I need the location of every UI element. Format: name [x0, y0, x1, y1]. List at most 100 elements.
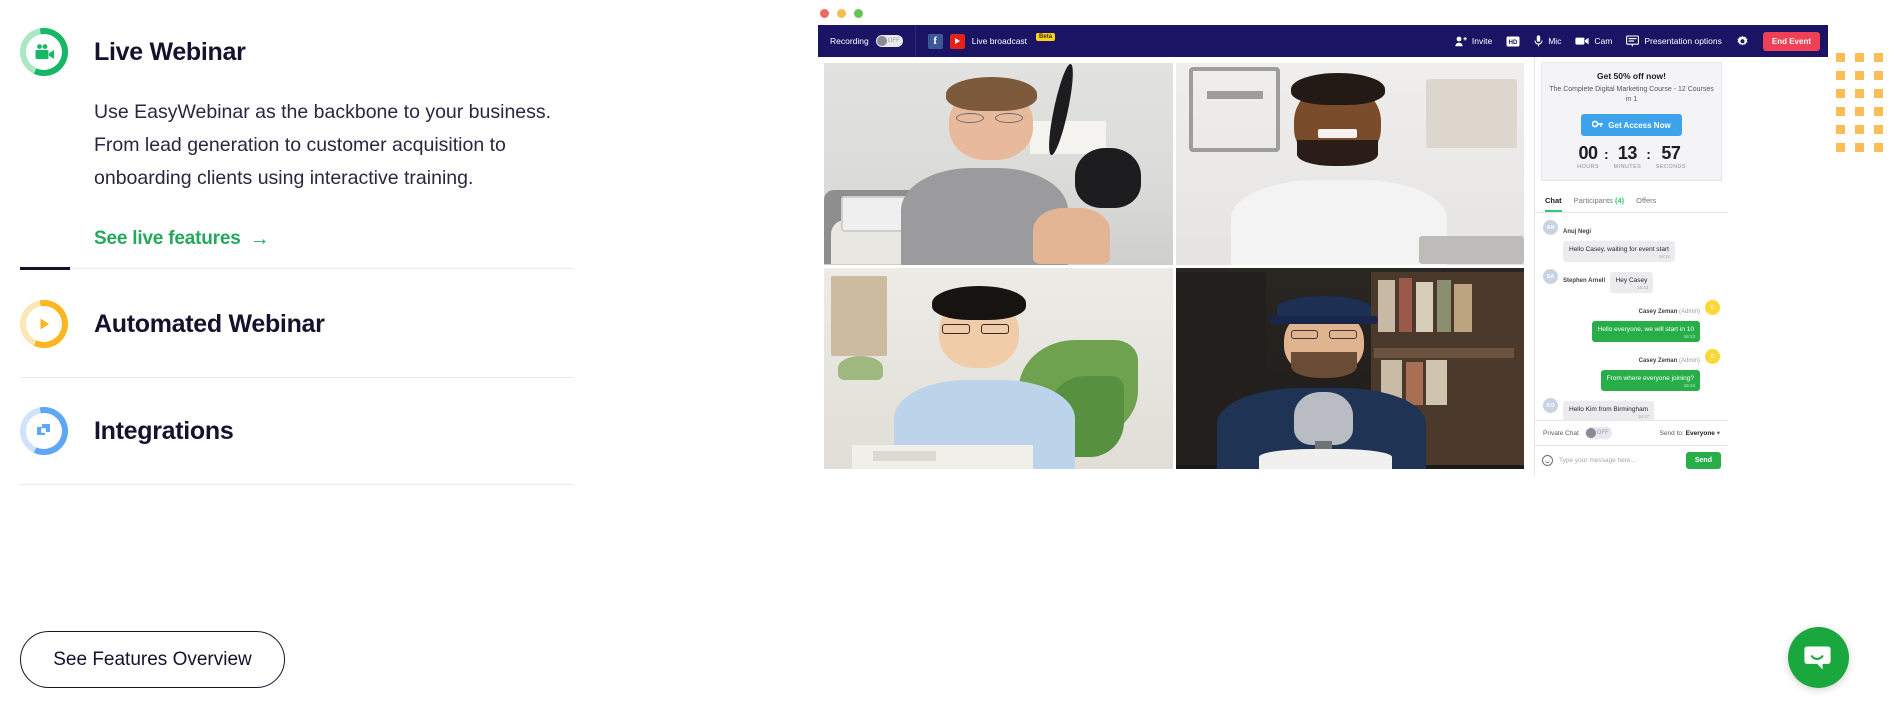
offer-card: Get 50% off now! The Complete Digital Ma…: [1541, 62, 1722, 181]
youtube-icon[interactable]: [949, 33, 965, 49]
dot: [1855, 71, 1864, 80]
beta-badge: Beta: [1036, 33, 1056, 41]
icon-glyph: [20, 28, 68, 76]
chevron-down-icon: ▾: [1716, 430, 1720, 437]
get-access-now-button[interactable]: Get Access Now: [1581, 114, 1682, 136]
hd-badge-icon[interactable]: HD: [1506, 36, 1520, 47]
add-person-icon: [1455, 36, 1467, 46]
toolbar-left-group: Recording OFF f Live broadcast Beta: [818, 25, 1067, 57]
recording-toggle[interactable]: OFF: [875, 35, 903, 47]
chat-message-input[interactable]: Type your message here...: [1559, 457, 1680, 464]
recording-control[interactable]: Recording OFF: [818, 25, 916, 57]
icon-glyph: [20, 300, 68, 348]
mic-button[interactable]: Mic: [1534, 35, 1561, 47]
dot: [1855, 143, 1864, 152]
message-wrap: Casey Zeman (Admin) Hello everyone, we w…: [1565, 300, 1700, 342]
tab-participants[interactable]: Participants (4): [1574, 196, 1624, 212]
accordion-item-live-webinar[interactable]: Live Webinar Use EasyWebinar as the back…: [10, 18, 594, 250]
countdown-minutes-value: 13: [1617, 143, 1638, 163]
recording-label: Recording: [830, 36, 869, 46]
countdown-minutes: 13 MINUTES: [1614, 143, 1642, 171]
settings-button[interactable]: [1736, 35, 1749, 48]
tab-chat[interactable]: Chat: [1545, 196, 1562, 212]
message-text: Hello everyone, we will start in 10: [1597, 326, 1694, 333]
dot: [1836, 53, 1845, 62]
chat-message-list[interactable]: AN Anuj Negi Hello Casey, waiting for ev…: [1535, 213, 1728, 420]
arrow-right-icon: →: [249, 228, 270, 250]
accordion-divider: [20, 377, 574, 378]
end-event-button[interactable]: End Event: [1762, 31, 1820, 51]
message-time: 16:12: [1658, 254, 1670, 259]
private-chat-toggle[interactable]: OFF: [1584, 427, 1612, 439]
author-role: (Admin): [1678, 309, 1700, 315]
link-label: See live features: [94, 228, 241, 249]
video-tile-participant-4[interactable]: [1175, 267, 1524, 469]
accordion-divider: [20, 484, 574, 485]
see-live-features-link[interactable]: See live features →: [94, 228, 270, 250]
countdown-separator: :: [1646, 146, 1651, 162]
avatar: C: [1705, 349, 1720, 364]
intercom-launcher-button[interactable]: [1788, 627, 1849, 688]
dot: [1874, 53, 1883, 62]
accordion-header-automated-webinar[interactable]: Automated Webinar: [10, 290, 325, 358]
countdown-hours-label: HOURS: [1577, 164, 1599, 170]
message-time: 16:14: [1683, 383, 1695, 388]
accordion-item-automated-webinar[interactable]: Automated Webinar: [10, 290, 325, 358]
avatar: C: [1705, 300, 1720, 315]
emoji-smile-icon[interactable]: [1542, 455, 1553, 466]
countdown-hours: 00 HOURS: [1577, 144, 1599, 171]
dot: [1874, 71, 1883, 80]
message-author: Casey Zeman (Admin): [1639, 358, 1700, 364]
message-bubble: Hello Kim from Birmingham 16:17: [1563, 401, 1655, 420]
dot: [1855, 53, 1864, 62]
participant-4-scene: [1175, 267, 1524, 469]
countdown-seconds: 57 SECONDS: [1656, 144, 1686, 171]
message-text: Hello Kim from Birmingham: [1569, 406, 1649, 413]
webinar-app-mockup: Recording OFF f Live broadcast Beta Invi…: [808, 0, 1838, 500]
accordion-item-integrations[interactable]: Integrations: [10, 397, 234, 465]
message-bubble: Hey Casey 16:13: [1609, 272, 1654, 293]
video-tile-participant-1[interactable]: [824, 63, 1173, 265]
mic-label: Mic: [1548, 36, 1562, 46]
message-bubble: Hello Casey, waiting for event start 16:…: [1563, 241, 1675, 262]
private-chat-control[interactable]: Private Chat OFF: [1543, 427, 1612, 439]
gear-icon: [1737, 35, 1748, 46]
accordion-header-live-webinar[interactable]: Live Webinar: [10, 18, 594, 86]
dot: [1874, 89, 1883, 98]
message-bubble: From where everyone joining? 16:14: [1600, 370, 1700, 391]
chat-message: SA Stephen Arnell Hey Casey 16:13: [1543, 269, 1720, 293]
presentation-options-label: Presentation options: [1644, 36, 1722, 46]
participant-2-scene: [1175, 63, 1524, 265]
page-root: Live Webinar Use EasyWebinar as the back…: [0, 0, 1894, 708]
window-close-dot[interactable]: [820, 9, 829, 18]
accordion-header-integrations[interactable]: Integrations: [10, 397, 234, 465]
recording-toggle-state: OFF: [887, 38, 900, 44]
invite-label: Invite: [1471, 36, 1493, 46]
accordion-title: Integrations: [94, 416, 234, 445]
see-features-overview-button[interactable]: See Features Overview: [20, 631, 285, 688]
message-author: Stephen Arnell: [1563, 278, 1606, 284]
facebook-icon[interactable]: f: [927, 33, 943, 49]
play-triangle: [955, 38, 961, 44]
video-tile-participant-3[interactable]: [824, 267, 1173, 469]
accordion-title: Live Webinar: [94, 37, 246, 66]
window-maximize-dot[interactable]: [854, 9, 863, 18]
presentation-options-button[interactable]: Presentation options: [1626, 35, 1722, 47]
invite-button[interactable]: Invite: [1455, 36, 1492, 47]
window-minimize-dot[interactable]: [837, 9, 846, 18]
send-button[interactable]: Send: [1685, 452, 1721, 469]
offer-headline: Get 50% off now!: [1597, 71, 1666, 81]
send-to-dropdown[interactable]: Send to: Everyone ▾: [1660, 429, 1720, 437]
dot: [1874, 143, 1883, 152]
countdown-separator: :: [1603, 146, 1609, 162]
participant-1-scene: [824, 63, 1173, 265]
key-icon: [1591, 120, 1604, 130]
live-broadcast-control[interactable]: f Live broadcast Beta: [916, 25, 1067, 57]
cam-button[interactable]: Cam: [1575, 36, 1612, 46]
chat-input-row: Type your message here... Send: [1535, 445, 1728, 475]
chat-message-outgoing: C Casey Zeman (Admin) Hello everyone, we…: [1543, 300, 1720, 342]
video-tile-participant-2[interactable]: [1175, 63, 1524, 265]
dot: [1874, 125, 1883, 134]
message-text: From where everyone joining?: [1606, 375, 1694, 382]
tab-offers[interactable]: Offers: [1636, 196, 1656, 212]
